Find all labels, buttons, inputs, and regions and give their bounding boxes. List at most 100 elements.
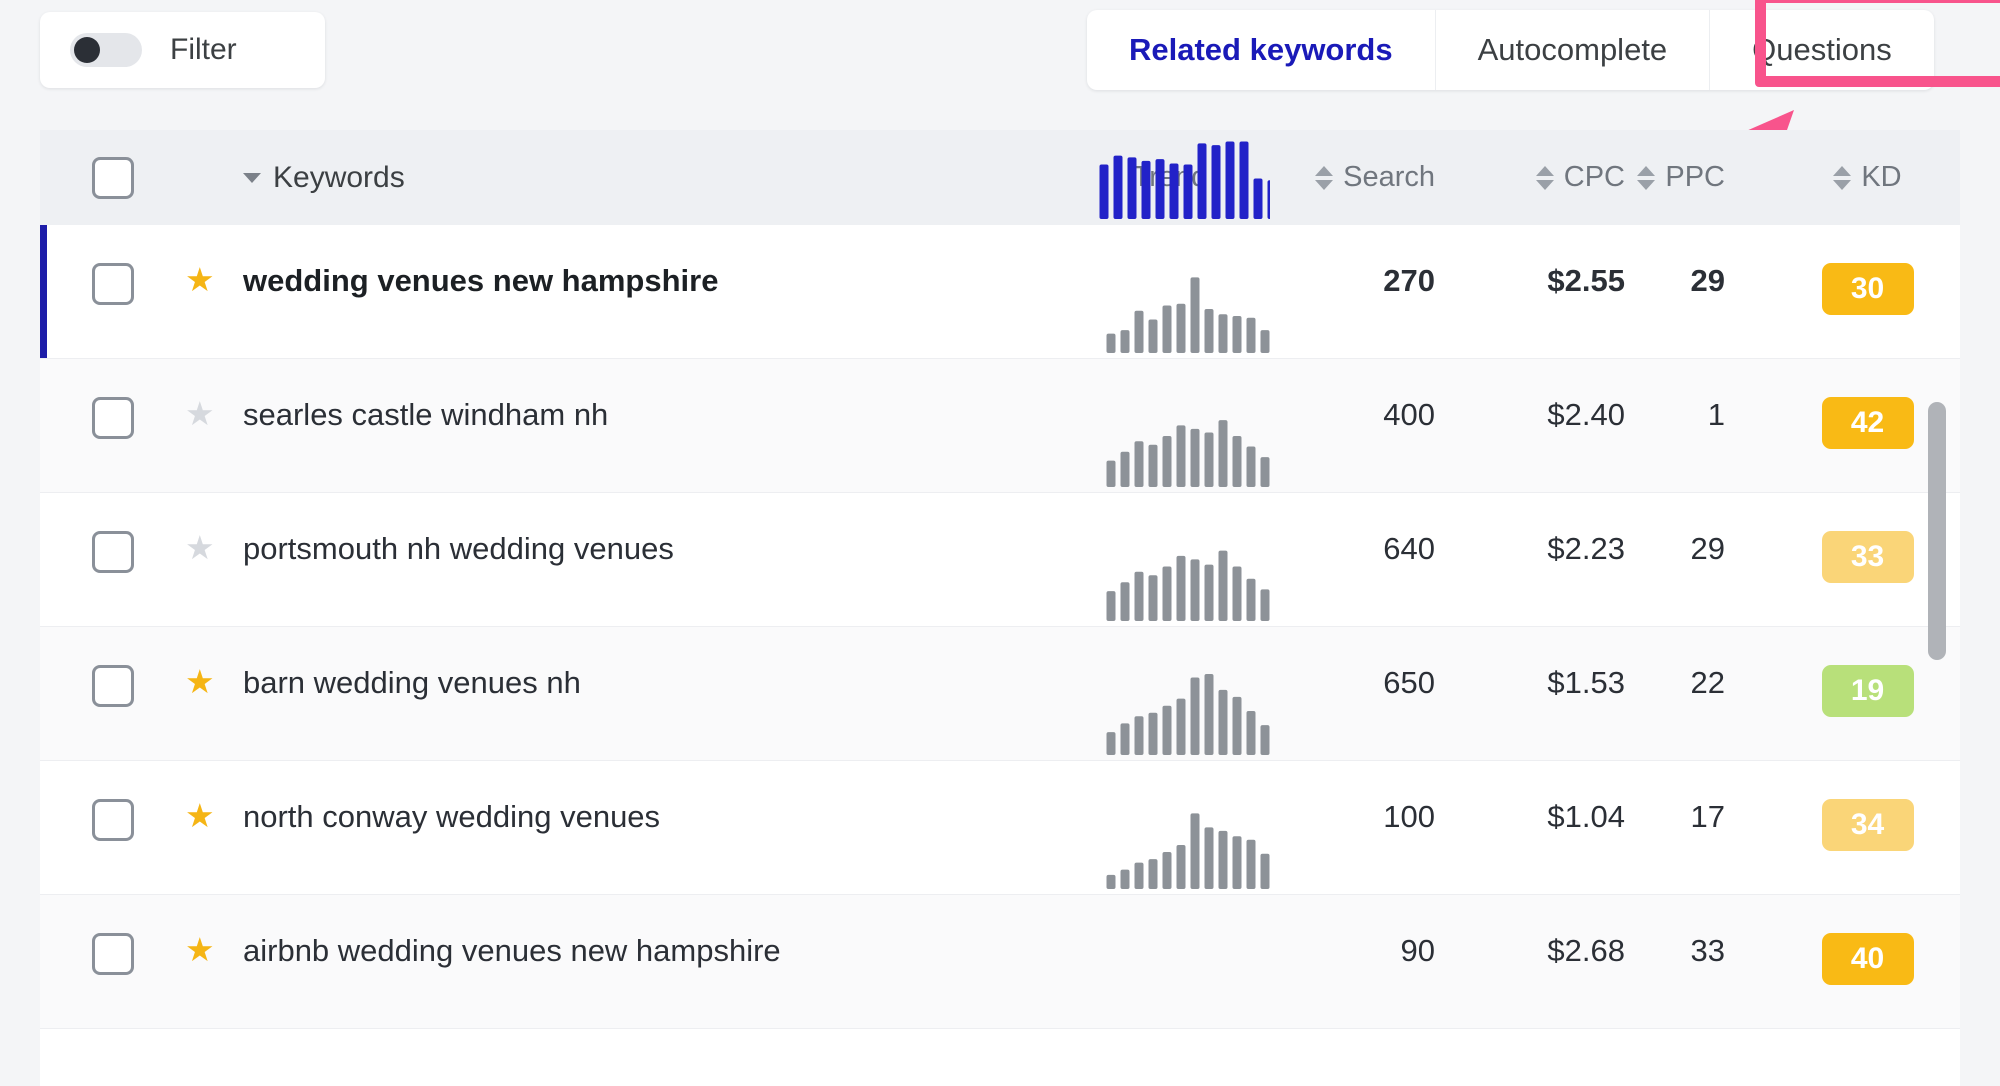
keyword-text: north conway wedding venues xyxy=(243,799,661,834)
star-icon[interactable]: ★ xyxy=(185,263,215,296)
row-select-cell xyxy=(40,761,185,841)
keyword-text: wedding venues new hampshire xyxy=(243,263,719,298)
kd-badge: 19 xyxy=(1821,665,1914,717)
header-keywords-cell[interactable]: Keywords xyxy=(243,161,1070,195)
row-search-cell: 90 xyxy=(1270,895,1435,969)
row-checkbox[interactable] xyxy=(91,665,134,707)
search-volume-value: 270 xyxy=(1383,263,1435,298)
sort-icon-ppc[interactable] xyxy=(1637,165,1656,190)
row-search-cell: 400 xyxy=(1270,359,1435,433)
star-icon[interactable]: ★ xyxy=(185,933,215,966)
keyword-text: airbnb wedding venues new hampshire xyxy=(243,933,781,968)
select-all-checkbox[interactable] xyxy=(91,156,134,199)
row-checkbox[interactable] xyxy=(91,799,134,841)
tab-questions-label: Questions xyxy=(1752,32,1892,67)
keywords-table: Keywords Trend Search CPC PPC KD xyxy=(40,130,1960,1086)
row-star-cell: ★ xyxy=(185,225,243,296)
row-kd-cell: 30 xyxy=(1775,225,1960,315)
star-icon[interactable]: ★ xyxy=(185,799,215,832)
row-keyword-cell[interactable]: airbnb wedding venues new hampshire xyxy=(243,895,1070,969)
row-ppc-cell: 29 xyxy=(1625,493,1775,567)
table-row[interactable]: ★ portsmouth nh wedding venues 640 $2.23… xyxy=(40,420,1960,627)
row-select-cell xyxy=(40,895,185,975)
table-body: ★ wedding venues new hampshire 270 $2.55… xyxy=(40,141,1960,1029)
row-ppc-cell: 29 xyxy=(1625,225,1775,299)
table-scrollbar-thumb[interactable] xyxy=(1928,402,1946,660)
search-volume-value: 650 xyxy=(1383,665,1435,700)
header-search-label: Search xyxy=(1343,161,1435,193)
sort-icon-kd[interactable] xyxy=(1833,165,1852,190)
row-cpc-cell: $2.55 xyxy=(1435,225,1625,299)
row-keyword-cell[interactable]: barn wedding venues nh xyxy=(243,627,1070,701)
row-ppc-cell: 1 xyxy=(1625,359,1775,433)
search-volume-value: 100 xyxy=(1383,799,1435,834)
table-row[interactable]: ★ wedding venues new hampshire 270 $2.55… xyxy=(40,141,1960,359)
star-icon[interactable]: ★ xyxy=(185,665,215,698)
cpc-value: $2.68 xyxy=(1547,933,1625,968)
table-row[interactable]: ★ airbnb wedding venues new hampshire 90… xyxy=(40,813,1960,1029)
row-star-cell: ★ xyxy=(185,761,243,832)
ppc-value: 29 xyxy=(1690,531,1725,566)
table-row[interactable]: ★ barn wedding venues nh 650 $1.53 22 19 xyxy=(40,550,1960,761)
chevron-down-icon xyxy=(243,172,261,183)
row-checkbox[interactable] xyxy=(91,397,134,439)
ppc-value: 33 xyxy=(1690,933,1725,968)
row-cpc-cell: $2.23 xyxy=(1435,493,1625,567)
star-icon[interactable]: ★ xyxy=(185,397,215,430)
ppc-value: 29 xyxy=(1690,263,1725,298)
header-kd-cell[interactable]: KD xyxy=(1775,161,1960,194)
trend-sparkline-icon xyxy=(1106,674,1270,755)
cpc-value: $1.53 xyxy=(1547,665,1625,700)
filter-toggle[interactable] xyxy=(70,33,142,67)
cpc-value: $2.55 xyxy=(1547,263,1625,298)
ppc-value: 17 xyxy=(1690,799,1725,834)
row-star-cell: ★ xyxy=(185,895,243,966)
table-row[interactable]: ★ searles castle windham nh 400 $2.40 1 … xyxy=(40,277,1960,493)
row-keyword-cell[interactable]: searles castle windham nh xyxy=(243,359,1070,433)
kd-badge: 34 xyxy=(1821,799,1914,851)
row-keyword-cell[interactable]: north conway wedding venues xyxy=(243,761,1070,835)
cpc-value: $2.40 xyxy=(1547,397,1625,432)
trend-sparkline-icon xyxy=(1106,420,1270,487)
row-keyword-cell[interactable]: wedding venues new hampshire xyxy=(243,225,1070,299)
sort-icon-search[interactable] xyxy=(1315,165,1334,190)
tab-related-keywords-label: Related keywords xyxy=(1129,32,1393,67)
row-search-cell: 270 xyxy=(1270,225,1435,299)
kd-badge: 30 xyxy=(1821,263,1914,315)
row-select-cell xyxy=(40,493,185,573)
row-ppc-cell: 17 xyxy=(1625,761,1775,835)
row-star-cell: ★ xyxy=(185,493,243,564)
row-keyword-cell[interactable]: portsmouth nh wedding venues xyxy=(243,493,1070,567)
cpc-value: $2.23 xyxy=(1547,531,1625,566)
table-scrollbar-track[interactable] xyxy=(1928,330,1946,1086)
trend-sparkline-icon xyxy=(1106,813,1270,889)
header-keywords-label: Keywords xyxy=(273,160,405,194)
star-icon[interactable]: ★ xyxy=(185,531,215,564)
row-cpc-cell: $1.04 xyxy=(1435,761,1625,835)
header-cpc-cell[interactable]: CPC xyxy=(1435,161,1625,194)
trend-sparkline-icon xyxy=(1106,277,1270,353)
kd-badge: 42 xyxy=(1821,397,1914,449)
header-kd-label: KD xyxy=(1861,161,1902,193)
keyword-text: portsmouth nh wedding venues xyxy=(243,531,674,566)
row-cpc-cell: $2.68 xyxy=(1435,895,1625,969)
row-select-cell xyxy=(40,627,185,707)
trend-sparkline-icon xyxy=(1106,550,1270,621)
header-select-all-cell xyxy=(40,156,185,199)
table-row[interactable]: ★ north conway wedding venues 100 $1.04 … xyxy=(40,674,1960,895)
trend-sparkline-icon xyxy=(1099,141,1270,219)
filter-control[interactable]: Filter xyxy=(40,12,325,88)
row-checkbox[interactable] xyxy=(91,531,134,573)
row-checkbox[interactable] xyxy=(91,933,134,975)
tab-questions[interactable]: Questions xyxy=(1710,10,1934,90)
tab-autocomplete[interactable]: Autocomplete xyxy=(1436,10,1711,90)
keyword-text: barn wedding venues nh xyxy=(243,665,581,700)
header-search-cell[interactable]: Search xyxy=(1270,161,1435,194)
row-ppc-cell: 22 xyxy=(1625,627,1775,701)
ppc-value: 22 xyxy=(1690,665,1725,700)
tab-related-keywords[interactable]: Related keywords xyxy=(1087,10,1436,90)
row-checkbox[interactable] xyxy=(91,263,134,305)
sort-icon-cpc[interactable] xyxy=(1535,165,1554,190)
cpc-value: $1.04 xyxy=(1547,799,1625,834)
header-ppc-cell[interactable]: PPC xyxy=(1625,161,1775,194)
